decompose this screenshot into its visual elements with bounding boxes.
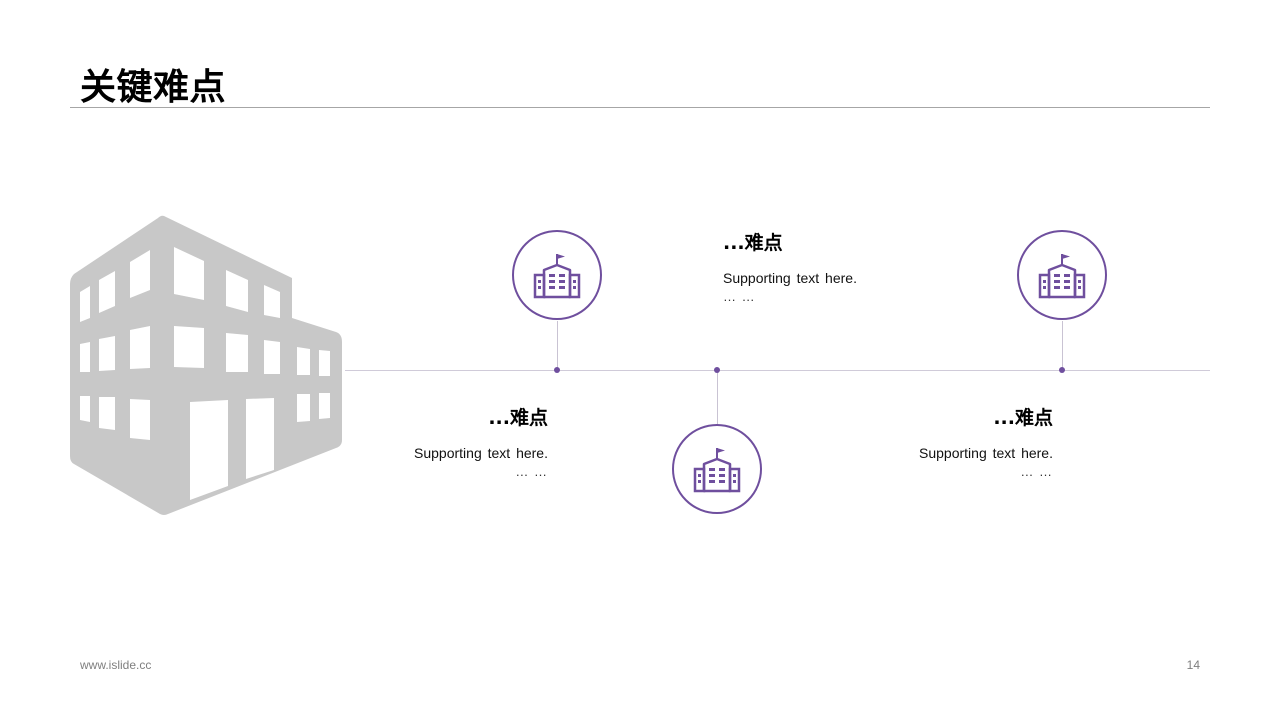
point-icon-circle — [1017, 230, 1107, 320]
page-number: 14 — [1186, 658, 1200, 672]
difficulty-point: ...难点 Supporting text here. … … — [308, 406, 548, 480]
timeline-connector — [557, 321, 558, 370]
footer-url: www.islide.cc — [80, 658, 152, 672]
school-building-icon — [533, 254, 581, 299]
point-body: Supporting text here. — [723, 270, 857, 286]
timeline-axis — [345, 370, 1210, 371]
point-icon-circle — [672, 424, 762, 514]
title-divider — [70, 107, 1210, 108]
timeline-dot — [714, 367, 720, 373]
building-illustration — [70, 215, 342, 515]
point-body: Supporting text here. — [414, 445, 548, 461]
school-building-icon — [1038, 254, 1086, 299]
point-heading: ...难点 — [993, 407, 1053, 429]
point-icon-circle — [512, 230, 602, 320]
timeline-dot — [1059, 367, 1065, 373]
point-ellipsis: … … — [515, 464, 548, 479]
point-ellipsis: … … — [723, 289, 756, 304]
slide-title: 关键难点 — [80, 67, 227, 108]
difficulty-point: ...难点 Supporting text here. … … — [723, 231, 963, 305]
point-heading: ...难点 — [488, 407, 548, 429]
timeline-connector — [1062, 321, 1063, 370]
point-body: Supporting text here. — [919, 445, 1053, 461]
school-building-icon — [693, 448, 741, 493]
point-ellipsis: … … — [1020, 464, 1053, 479]
timeline-dot — [554, 367, 560, 373]
timeline-connector — [717, 370, 718, 424]
difficulty-point: ...难点 Supporting text here. … … — [813, 406, 1053, 480]
point-heading: ...难点 — [723, 232, 783, 254]
